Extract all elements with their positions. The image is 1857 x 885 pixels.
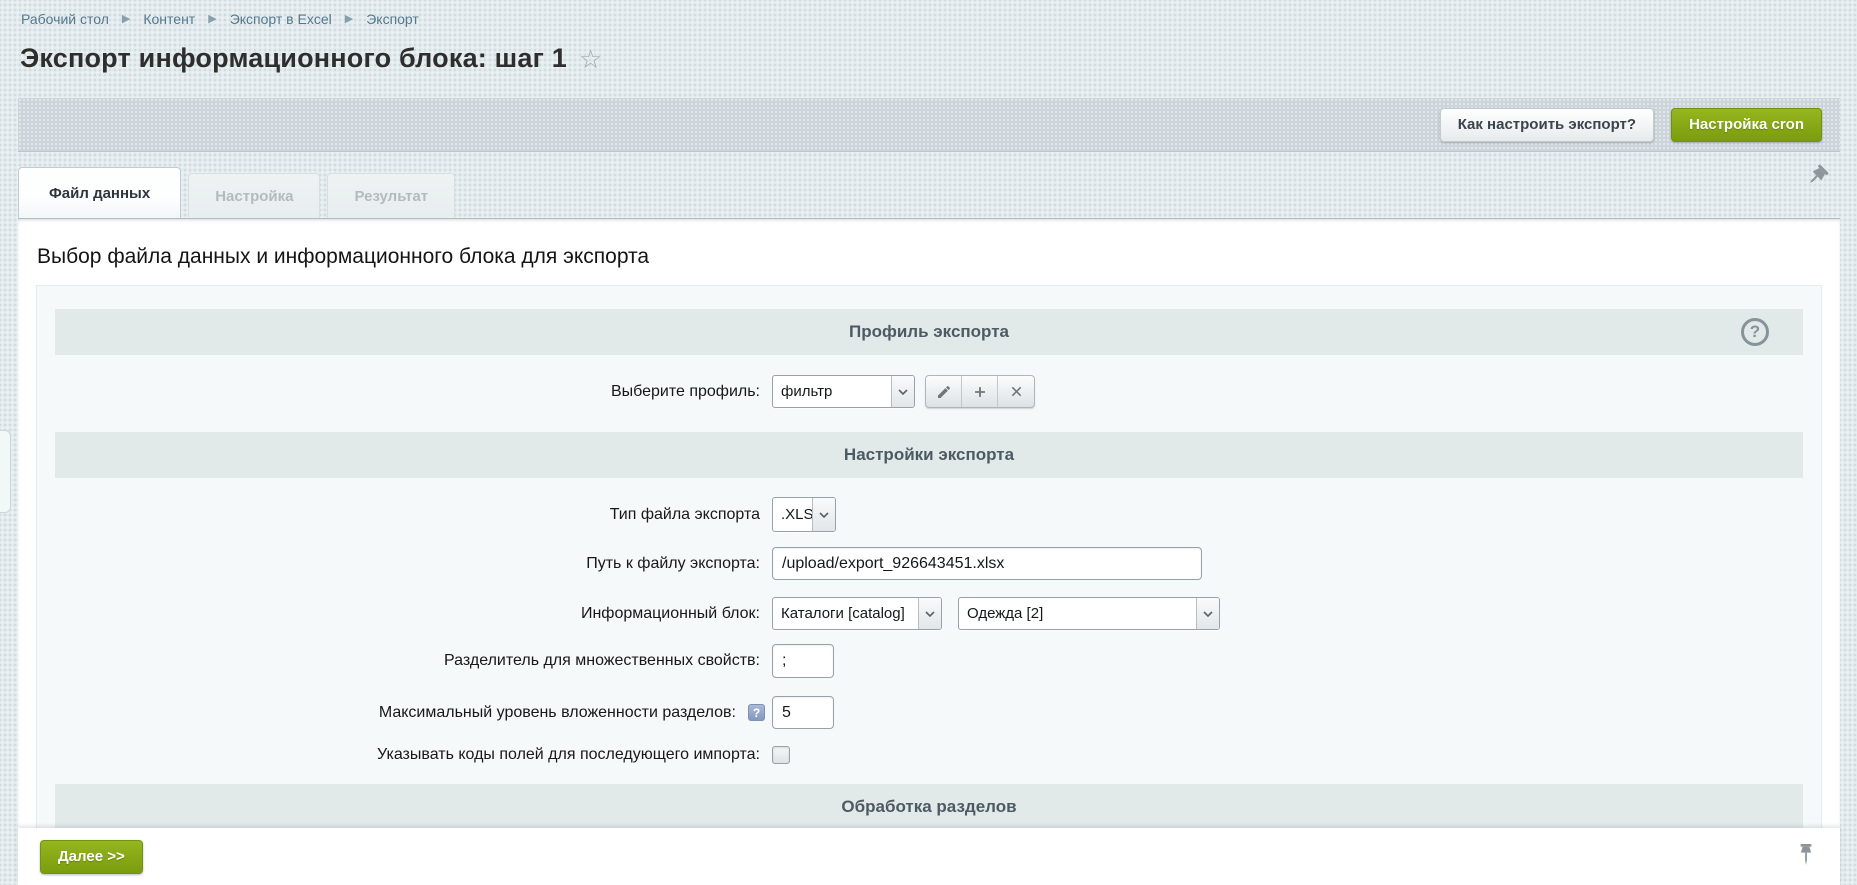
section-title: Профиль экспорта <box>849 322 1009 342</box>
breadcrumb-item-desktop[interactable]: Рабочий стол <box>21 11 109 27</box>
file-path-row: Путь к файлу экспорта: <box>55 547 1803 580</box>
max-depth-label: Максимальный уровень вложенности раздело… <box>55 704 736 722</box>
file-type-row: Тип файла экспорта .XLSX <box>55 497 1803 532</box>
pin-icon[interactable] <box>1804 163 1830 189</box>
chevron-down-icon <box>812 498 835 531</box>
toolbar: Как настроить экспорт? Настройка cron <box>18 98 1840 152</box>
iblock-type-select-value: Каталоги [catalog] <box>773 598 918 629</box>
iblock-select[interactable]: Одежда [2] <box>958 597 1220 630</box>
breadcrumb-item-export[interactable]: Экспорт <box>366 11 419 27</box>
chevron-down-icon <box>1196 598 1219 629</box>
breadcrumb-item-content[interactable]: Контент <box>143 11 195 27</box>
section-title: Обработка разделов <box>841 797 1016 817</box>
profile-select[interactable]: фильтр <box>772 375 915 408</box>
field-codes-row: Указывать коды полей для последующего им… <box>55 746 1803 764</box>
export-form-panel: Профиль экспорта ? Выберите профиль: фил… <box>36 285 1822 885</box>
iblock-row: Информационный блок: Каталоги [catalog] … <box>55 597 1803 630</box>
breadcrumb: Рабочий стол ▶ Контент ▶ Экспорт в Excel… <box>21 11 419 27</box>
field-codes-label: Указывать коды полей для последующего им… <box>55 746 760 764</box>
cron-settings-button[interactable]: Настройка cron <box>1671 108 1822 142</box>
next-step-button[interactable]: Далее >> <box>40 840 143 874</box>
file-type-select[interactable]: .XLSX <box>772 497 836 532</box>
field-codes-checkbox[interactable] <box>772 746 790 764</box>
iblock-label: Информационный блок: <box>55 605 760 623</box>
page-title: Экспорт информационного блока: шаг 1 <box>20 43 567 74</box>
help-circle-icon[interactable]: ? <box>1741 318 1769 346</box>
delete-profile-button[interactable] <box>998 376 1034 407</box>
sidebar-toggle[interactable] <box>0 430 11 513</box>
favorite-star-icon[interactable]: ☆ <box>579 46 602 72</box>
file-type-label: Тип файла экспорта <box>55 506 760 524</box>
section-header-sections: Обработка разделов <box>55 784 1803 830</box>
tab-data-file[interactable]: Файл данных <box>18 167 181 218</box>
profile-select-value: фильтр <box>773 376 891 407</box>
section-header-settings: Настройки экспорта <box>55 432 1803 478</box>
add-profile-button[interactable] <box>962 376 998 407</box>
breadcrumb-separator-icon: ▶ <box>345 14 353 25</box>
chevron-down-icon <box>918 598 941 629</box>
tab-settings: Настройка <box>188 173 320 218</box>
x-icon <box>1009 384 1024 399</box>
profile-actions-group <box>925 375 1035 408</box>
chevron-down-icon <box>891 376 914 407</box>
file-path-label: Путь к файлу экспорта: <box>55 555 760 573</box>
file-path-input[interactable] <box>772 547 1202 580</box>
iblock-type-select[interactable]: Каталоги [catalog] <box>772 597 942 630</box>
breadcrumb-item-excel-export[interactable]: Экспорт в Excel <box>230 11 332 27</box>
help-badge-icon[interactable]: ? <box>748 704 765 721</box>
separator-label: Разделитель для множественных свойств: <box>55 652 760 670</box>
footer-buttons-bar: Далее >> <box>18 828 1840 885</box>
breadcrumb-separator-icon: ▶ <box>208 14 216 25</box>
plus-icon <box>972 384 988 400</box>
profile-label: Выберите профиль: <box>55 383 760 401</box>
breadcrumb-separator-icon: ▶ <box>122 14 130 25</box>
max-depth-input[interactable] <box>772 696 834 729</box>
separator-row: Разделитель для множественных свойств: <box>55 644 1803 678</box>
section-title: Настройки экспорта <box>844 445 1014 465</box>
how-to-configure-export-button[interactable]: Как настроить экспорт? <box>1440 108 1654 142</box>
max-depth-row: Максимальный уровень вложенности раздело… <box>55 696 1803 729</box>
iblock-select-value: Одежда [2] <box>959 598 1196 629</box>
tab-content-area: Выбор файла данных и информационного бло… <box>18 218 1840 885</box>
edit-profile-button[interactable] <box>926 376 962 407</box>
tab-result: Результат <box>327 173 455 218</box>
profile-row: Выберите профиль: фильтр <box>55 375 1803 408</box>
section-header-profile: Профиль экспорта ? <box>55 309 1803 355</box>
tab-bar: Файл данных Настройка Результат <box>18 167 1840 218</box>
separator-input[interactable] <box>772 644 834 678</box>
pencil-icon <box>936 384 952 400</box>
file-type-select-value: .XLSX <box>773 498 812 531</box>
pin-icon[interactable] <box>1798 843 1814 871</box>
form-heading: Выбор файла данных и информационного бло… <box>37 245 1840 269</box>
